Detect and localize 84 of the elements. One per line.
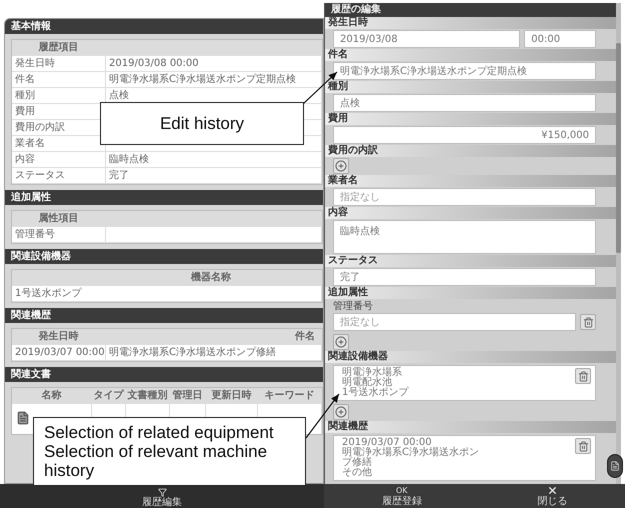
table-cell: 件名 bbox=[12, 72, 106, 88]
field-label: ステータス bbox=[325, 255, 616, 267]
delete-button[interactable] bbox=[575, 368, 591, 384]
callout-text: Selection of relevant machine history bbox=[44, 442, 268, 480]
column-header: 機器名称 bbox=[12, 270, 322, 286]
delete-button[interactable] bbox=[575, 438, 591, 454]
column-header: 履歴項目 bbox=[12, 40, 106, 56]
table-cell: 業者名 bbox=[12, 136, 106, 152]
table-cell: ステータス bbox=[12, 168, 106, 184]
table-cell: 臨時点検 bbox=[106, 152, 322, 168]
notes-button[interactable] bbox=[607, 454, 623, 478]
input-field[interactable]: 点検 bbox=[333, 94, 596, 112]
edit-history-button[interactable]: 履歴編集 bbox=[142, 487, 182, 508]
section-header: 関連文書 bbox=[5, 367, 323, 382]
date-field[interactable]: 2019/03/08 bbox=[333, 30, 520, 48]
document-icon[interactable] bbox=[16, 411, 30, 425]
trash-icon bbox=[582, 316, 594, 328]
input-field[interactable]: ¥150,000 bbox=[333, 126, 596, 144]
table-cell: 種別 bbox=[12, 88, 106, 104]
section-header: 関連設備機器 bbox=[5, 249, 323, 264]
column-header: 文書種別 bbox=[126, 388, 170, 404]
field-label: 種別 bbox=[325, 81, 616, 93]
plus-icon bbox=[335, 336, 347, 348]
callout-text: Selection of related equipment bbox=[44, 423, 274, 442]
trash-icon bbox=[578, 440, 588, 452]
input-field[interactable]: 指定なし bbox=[333, 313, 576, 331]
table-cell: 発生日時 bbox=[12, 56, 106, 72]
card-text: その他 bbox=[342, 468, 372, 478]
scrollbar[interactable] bbox=[616, 3, 621, 484]
callout-text: Edit history bbox=[160, 114, 244, 133]
field-label: 発生日時 bbox=[325, 17, 616, 29]
input-field[interactable]: 完了 bbox=[333, 268, 596, 286]
table-cell: 完了 bbox=[106, 168, 322, 184]
column-header: 更新日時 bbox=[206, 388, 258, 404]
column-header: タイプ bbox=[92, 388, 126, 404]
column-header: 名称 bbox=[12, 388, 92, 404]
card-text: 明電浄水場系 bbox=[342, 368, 402, 378]
leader-line bbox=[302, 72, 338, 104]
column-header: 属性項目 bbox=[12, 211, 106, 227]
table-cell: 2019/03/07 00:00 bbox=[12, 345, 106, 361]
section-header: 関連機歴 bbox=[5, 308, 323, 323]
field-label: 費用 bbox=[325, 113, 616, 125]
field-label: 関連機歴 bbox=[325, 421, 616, 433]
card-text: プ修繕 bbox=[342, 458, 372, 468]
table-cell: 内容 bbox=[12, 152, 106, 168]
input-field[interactable]: 明電浄水場系C浄水場送水ポンプ定期点検 bbox=[333, 62, 596, 80]
table-cell: 管理番号 bbox=[12, 227, 106, 243]
card-text: 1号送水ポンプ bbox=[342, 388, 408, 398]
column-header: 件名 bbox=[106, 329, 322, 345]
field-label: 追加属性 bbox=[325, 287, 616, 299]
field-label: 内容 bbox=[325, 207, 616, 219]
add-button[interactable] bbox=[333, 158, 349, 174]
card-text: 明電浄水場系C浄水場送水ポン bbox=[342, 448, 479, 458]
table-cell: 明電浄水場系C浄水場送水ポンプ定期点検 bbox=[106, 72, 322, 88]
close-icon bbox=[546, 485, 558, 496]
add-button[interactable] bbox=[333, 404, 349, 420]
card-text: 2019/03/07 00:00 bbox=[342, 438, 432, 448]
input-field[interactable]: 指定なし bbox=[333, 188, 596, 206]
trash-icon bbox=[578, 370, 588, 382]
section-header: 基本情報 bbox=[5, 19, 323, 34]
time-field[interactable]: 00:00 bbox=[524, 30, 596, 48]
field-label: 関連設備機器 bbox=[325, 351, 616, 363]
add-button[interactable] bbox=[333, 334, 349, 350]
delete-button[interactable] bbox=[580, 314, 596, 330]
document-icon bbox=[610, 461, 620, 471]
table-cell: 明電浄水場系C浄水場送水ポンプ修繕 bbox=[106, 345, 322, 361]
plus-icon bbox=[335, 406, 347, 418]
register-button[interactable]: OK 履歴登録 bbox=[382, 484, 422, 508]
column-header: 発生日時 bbox=[12, 329, 106, 345]
plus-icon bbox=[335, 160, 347, 172]
column-header: キーワード bbox=[258, 388, 322, 404]
table-cell: 1号送水ポンプ bbox=[12, 286, 322, 302]
text-area[interactable]: 臨時点検 bbox=[333, 220, 596, 254]
field-label: 費用の内訳 bbox=[325, 145, 616, 157]
column-header: 管理日 bbox=[170, 388, 206, 404]
close-button[interactable]: 閉じる bbox=[537, 484, 568, 508]
attribute-name: 管理番号 bbox=[333, 301, 373, 313]
filter-icon bbox=[158, 488, 166, 497]
table-cell: 2019/03/08 00:00 bbox=[106, 56, 322, 72]
field-label: 業者名 bbox=[325, 175, 616, 187]
panel-title: 履歴の編集 bbox=[325, 3, 616, 17]
section-header: 追加属性 bbox=[5, 190, 323, 205]
card-text: 明電配水池 bbox=[342, 378, 392, 388]
field-label: 件名 bbox=[325, 49, 616, 61]
